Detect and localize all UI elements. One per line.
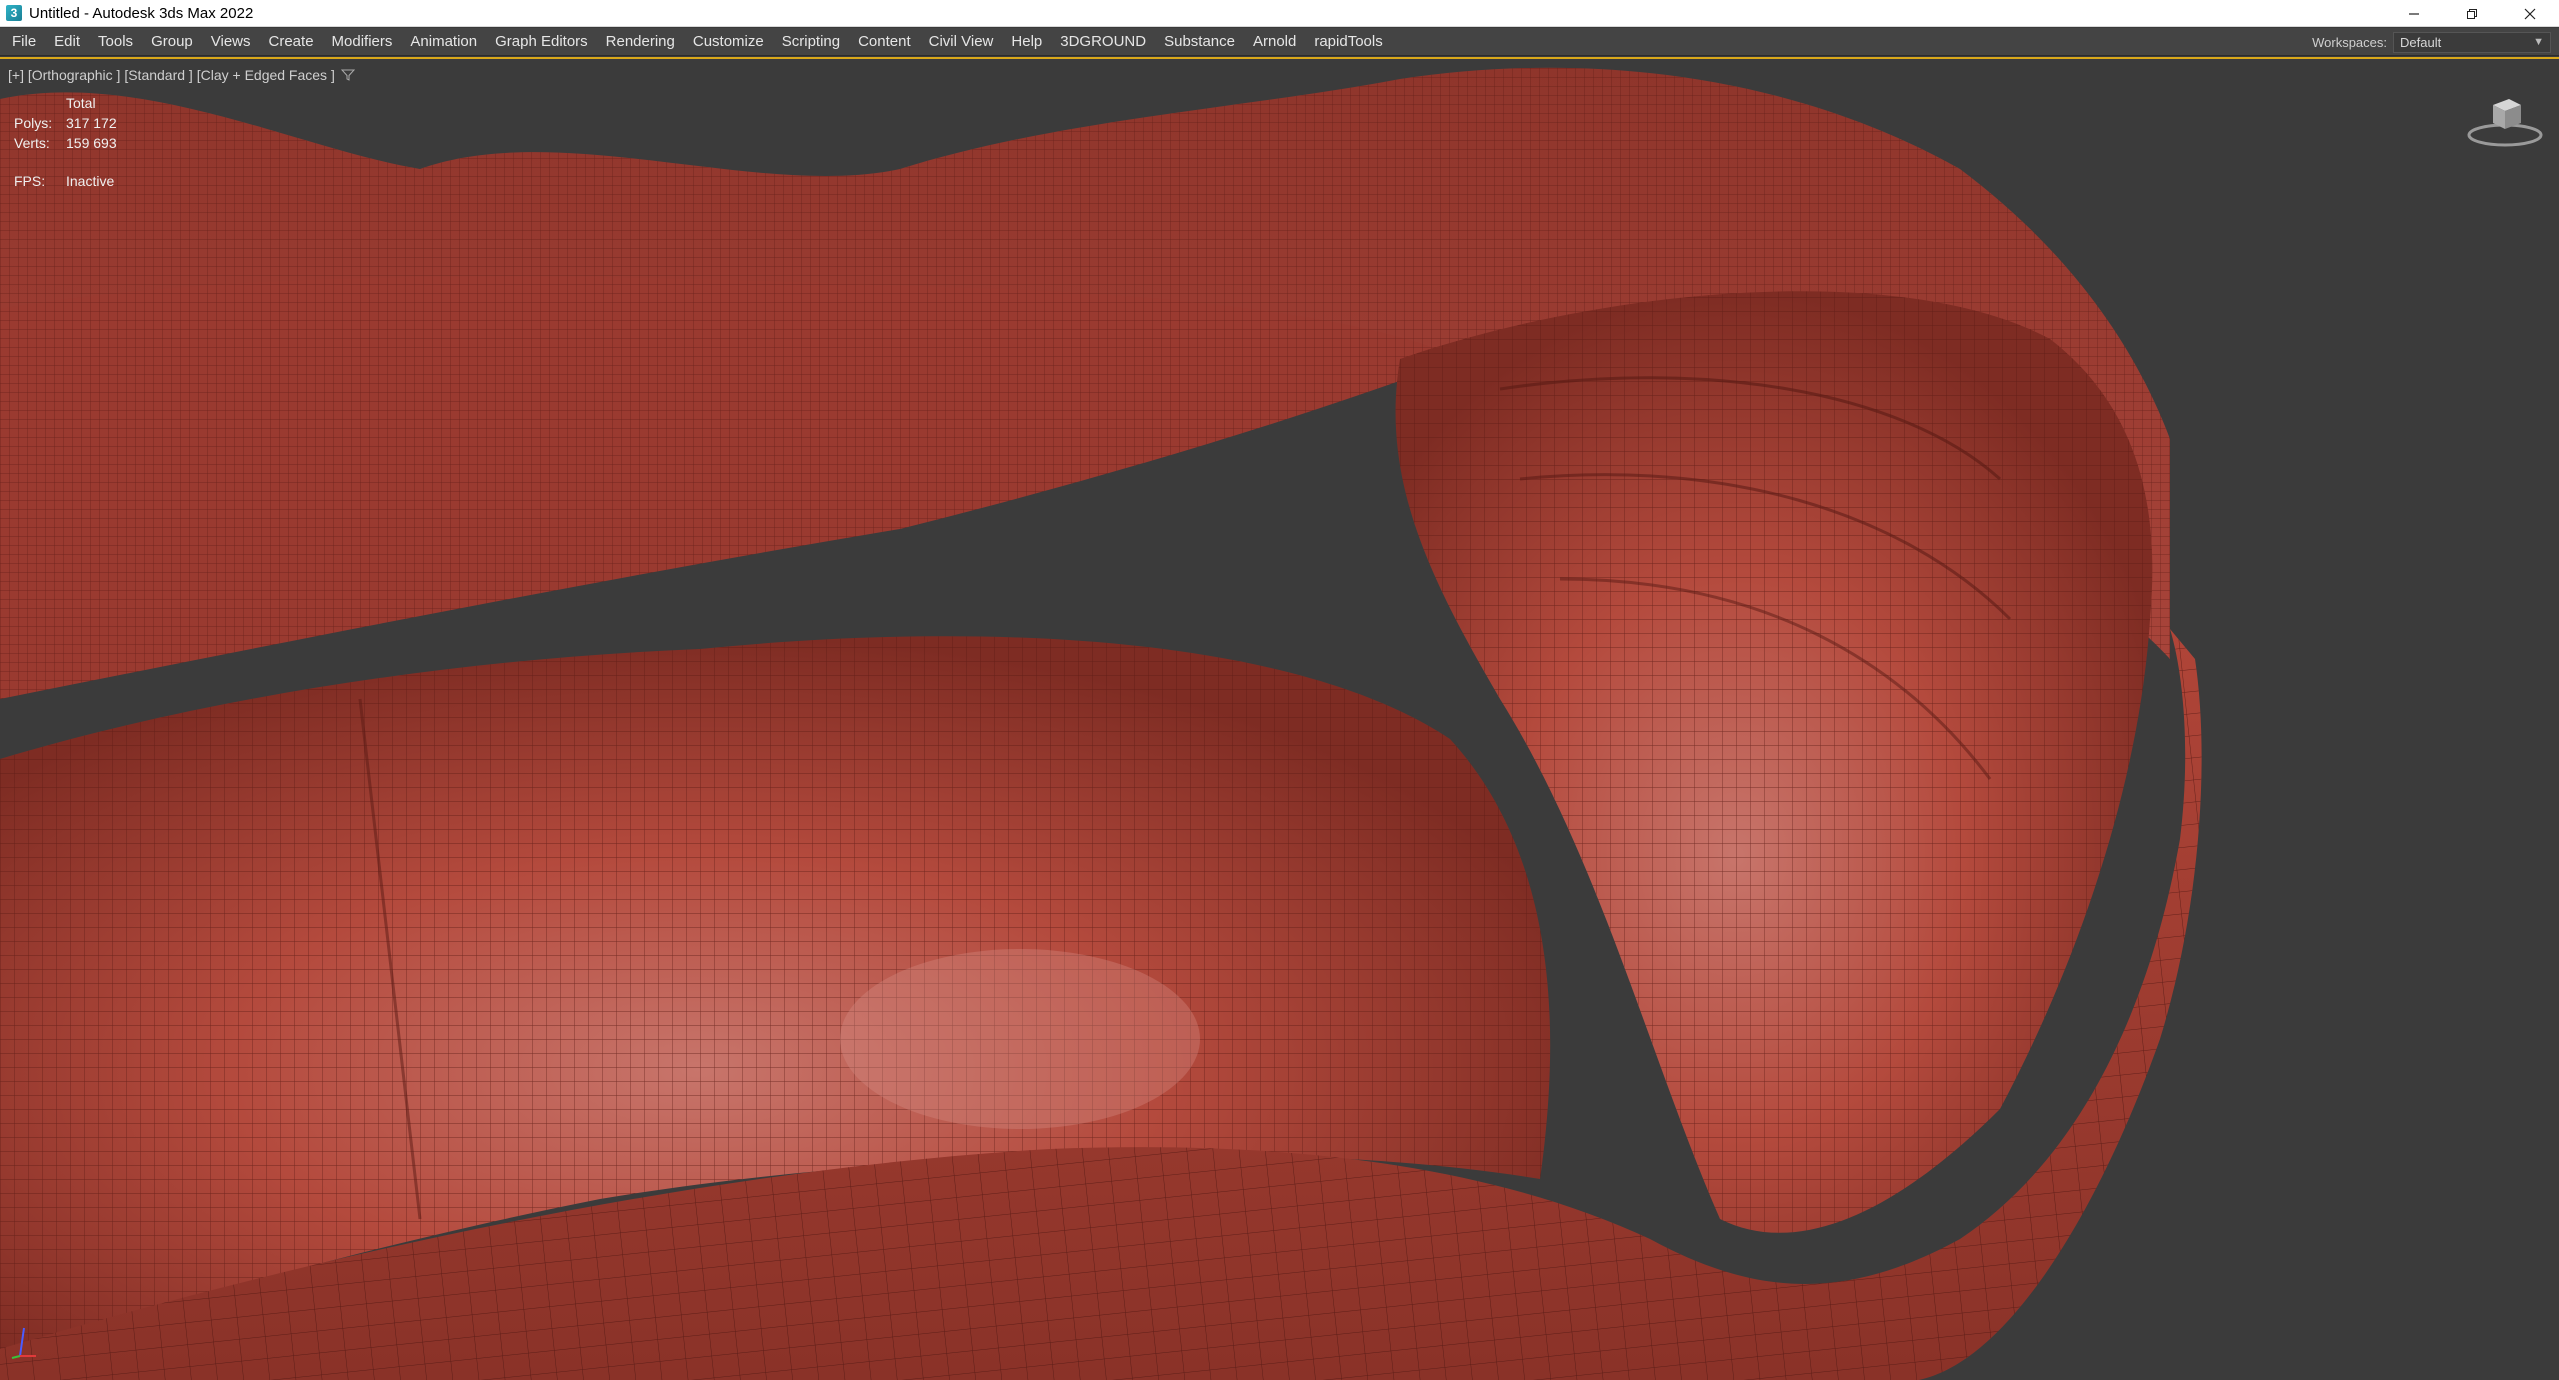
- axis-tripod-icon: [11, 1327, 36, 1359]
- stats-header-row: Total: [14, 93, 117, 113]
- verts-value: 159 693: [66, 135, 117, 151]
- menu-rendering[interactable]: Rendering: [597, 28, 684, 56]
- menu-group[interactable]: Group: [142, 28, 202, 56]
- menu-views[interactable]: Views: [202, 28, 260, 56]
- menu-graph-editors[interactable]: Graph Editors: [486, 28, 597, 56]
- fps-label: FPS:: [14, 173, 46, 189]
- menu-tools[interactable]: Tools: [89, 28, 142, 56]
- menu-bar: File Edit Tools Group Views Create Modif…: [0, 28, 2559, 56]
- viewport-label-text[interactable]: [+] [Orthographic ] [Standard ] [Clay + …: [8, 67, 335, 83]
- menu-file[interactable]: File: [0, 28, 45, 56]
- statistics-overlay: Total Polys: 317 172 Verts: 159 693 FPS: In…: [14, 93, 117, 191]
- menu-rapidtools[interactable]: rapidTools: [1305, 28, 1391, 56]
- workspaces-dropdown[interactable]: Default ▼: [2393, 31, 2551, 53]
- menu-3dground[interactable]: 3DGROUND: [1051, 28, 1155, 56]
- polys-value: 317 172: [66, 115, 117, 131]
- restore-icon: [2467, 8, 2477, 19]
- fps-value: Inactive: [66, 173, 115, 189]
- filter-icon[interactable]: [340, 68, 355, 82]
- minimize-icon: [2409, 12, 2419, 15]
- workspaces-control: Workspaces: Default ▼: [2312, 28, 2551, 56]
- window-title: Untitled - Autodesk 3ds Max 2022: [29, 4, 254, 22]
- window-controls: [2385, 0, 2559, 27]
- chevron-down-icon: ▼: [2533, 36, 2544, 48]
- viewport-scene[interactable]: [0, 59, 2559, 1380]
- polys-label: Polys:: [14, 115, 53, 131]
- restore-button[interactable]: [2443, 0, 2501, 27]
- workspaces-label: Workspaces:: [2312, 34, 2387, 50]
- viewport[interactable]: [+] [Orthographic ] [Standard ] [Clay + …: [0, 57, 2559, 1380]
- menu-substance[interactable]: Substance: [1155, 28, 1244, 56]
- stats-polys-row: Polys: 317 172: [14, 113, 117, 133]
- title-bar: 3 Untitled - Autodesk 3ds Max 2022: [0, 0, 2559, 27]
- seat-top-surface: [0, 276, 1460, 699]
- close-icon: [2524, 8, 2536, 19]
- workspaces-value: Default: [2400, 34, 2442, 50]
- menu-animation[interactable]: Animation: [401, 28, 486, 56]
- menu-scripting[interactable]: Scripting: [773, 28, 849, 56]
- menu-create[interactable]: Create: [260, 28, 323, 56]
- menu-help[interactable]: Help: [1002, 28, 1051, 56]
- menu-content[interactable]: Content: [849, 28, 920, 56]
- stats-verts-row: Verts: 159 693: [14, 133, 117, 153]
- viewport-label[interactable]: [+] [Orthographic ] [Standard ] [Clay + …: [8, 67, 355, 83]
- menu-customize[interactable]: Customize: [684, 28, 773, 56]
- menu-arnold[interactable]: Arnold: [1244, 28, 1305, 56]
- menu-edit[interactable]: Edit: [45, 28, 89, 56]
- verts-label: Verts:: [14, 135, 50, 151]
- menu-civil-view[interactable]: Civil View: [920, 28, 1003, 56]
- stats-header: Total: [66, 95, 96, 111]
- minimize-button[interactable]: [2385, 0, 2443, 27]
- menu-modifiers[interactable]: Modifiers: [323, 28, 402, 56]
- viewcube-icon[interactable]: [2465, 91, 2545, 151]
- stats-fps-row: FPS: Inactive: [14, 171, 117, 191]
- app-icon[interactable]: 3: [6, 5, 22, 21]
- close-button[interactable]: [2501, 0, 2559, 27]
